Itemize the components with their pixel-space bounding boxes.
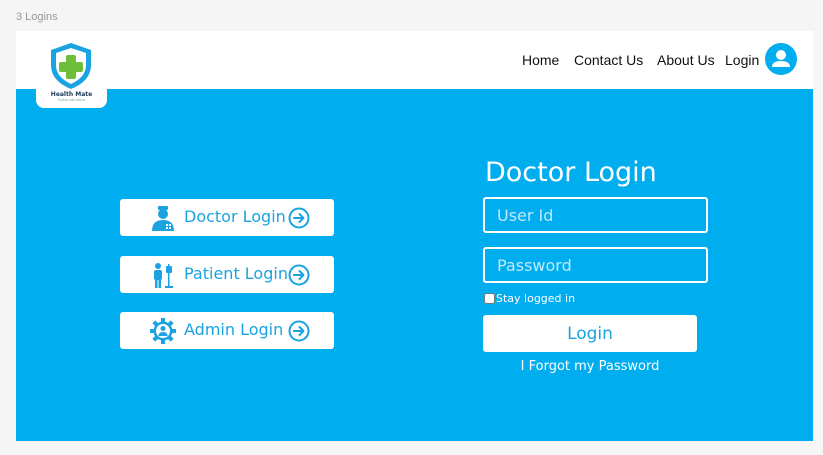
admin-gear-icon [150,318,176,344]
doctor-icon [152,206,174,231]
patient-login-label: Patient Login [184,264,288,283]
arrow-right-circle-icon [288,264,310,286]
doctor-login-button[interactable]: Doctor Login [120,199,334,236]
stay-logged-in-checkbox[interactable] [484,293,495,304]
user-id-input[interactable] [483,197,708,233]
arrow-right-circle-icon [288,320,310,342]
admin-login-button[interactable]: Admin Login [120,312,334,349]
logo-name: Health Mate [50,91,93,98]
forgot-password-link[interactable]: I Forgot my Password [483,359,697,374]
arrow-right-circle-icon [288,207,310,229]
patient-login-button[interactable]: Patient Login [120,256,334,293]
admin-login-label: Admin Login [184,320,284,339]
nav-about-us[interactable]: About Us [657,52,715,68]
nav-home[interactable]: Home [522,52,559,68]
doctor-login-label: Doctor Login [184,207,286,226]
login-page: Home Contact Us About Us Login Health Ma… [16,31,813,441]
stay-logged-in-label: Stay logged in [496,292,576,305]
login-submit-button[interactable]: Login [483,315,697,352]
header: Home Contact Us About Us Login [16,31,813,89]
shield-plus-icon [51,43,91,89]
logo-tagline: Follow with Africa [57,98,86,102]
password-input[interactable] [483,247,708,283]
frame-label: 3 Logins [16,11,58,23]
logo[interactable]: Health Mate Follow with Africa [36,31,107,108]
patient-icon [154,263,173,288]
nav-contact-us[interactable]: Contact Us [574,52,643,68]
login-form-title: Doctor Login [485,157,657,188]
nav-login[interactable]: Login [725,52,759,68]
user-avatar[interactable] [765,43,797,75]
user-icon [772,50,790,67]
stay-logged-in[interactable]: Stay logged in [483,292,575,305]
